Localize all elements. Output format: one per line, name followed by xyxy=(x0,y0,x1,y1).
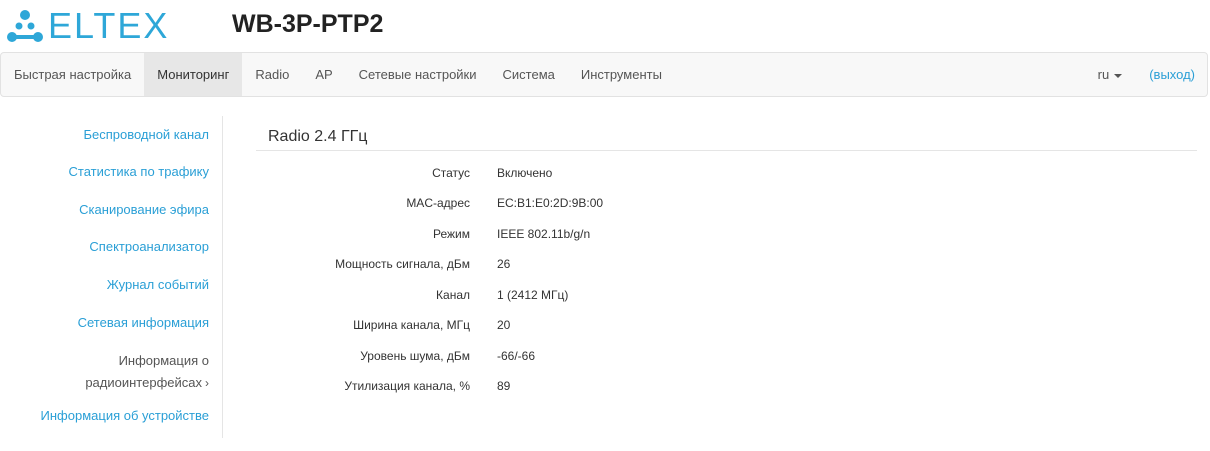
sidebar-item-wireless-channel[interactable]: Беспроводной канал xyxy=(83,124,209,146)
sidebar-item-traffic-stats[interactable]: Статистика по трафику xyxy=(69,161,209,183)
sidebar-item-label-line1: Информация о xyxy=(118,353,209,368)
row-value-mac: EC:B1:E0:2D:9B:00 xyxy=(497,196,604,210)
chevron-right-icon: › xyxy=(205,376,209,390)
caret-down-icon xyxy=(1114,73,1123,78)
nav-menu: Быстрая настройка Мониторинг Radio AP Се… xyxy=(1,53,675,96)
sidebar-item-event-log[interactable]: Журнал событий xyxy=(107,274,209,296)
nav-item-ap[interactable]: AP xyxy=(302,53,345,96)
row-label-channel-width: Ширина канала, МГц xyxy=(353,318,470,332)
row-value-mode: IEEE 802.11b/g/n xyxy=(497,227,591,241)
nav-item-system[interactable]: Система xyxy=(490,53,568,96)
logout-link[interactable]: (выход) xyxy=(1136,53,1207,96)
nav-item-tools[interactable]: Инструменты xyxy=(568,53,675,96)
sidebar: Беспроводной канал Статистика по трафику… xyxy=(0,116,223,438)
row-label-noise-level: Уровень шума, дБм xyxy=(360,349,470,363)
device-title: WB-3P-PTP2 xyxy=(232,10,384,38)
row-label-mac: MAC-адрес xyxy=(406,196,470,210)
row-value-channel-width: 20 xyxy=(497,318,511,332)
nav-item-quick-setup[interactable]: Быстрая настройка xyxy=(1,53,144,96)
row-label-tx-power: Мощность сигнала, дБм xyxy=(335,257,470,271)
nav-item-network-settings[interactable]: Сетевые настройки xyxy=(346,53,490,96)
row-value-channel-utilization: 89 xyxy=(497,379,511,393)
nav-item-radio[interactable]: Radio xyxy=(242,53,302,96)
sidebar-item-label-line2: радиоинтерфейсах xyxy=(85,375,202,390)
eltex-logo-icon xyxy=(7,10,43,42)
sidebar-item-air-scan[interactable]: Сканирование эфира xyxy=(79,199,209,221)
sidebar-item-radio-interfaces[interactable]: Информация о радиоинтерфейсах › xyxy=(85,350,209,394)
row-label-mode: Режим xyxy=(433,227,470,241)
nav-item-monitoring[interactable]: Мониторинг xyxy=(144,53,243,96)
section-title: Radio 2.4 ГГц xyxy=(268,128,368,145)
row-value-noise-level: -66/-66 xyxy=(497,349,536,363)
row-value-channel: 1 (2412 МГц) xyxy=(497,288,569,302)
logo-text: ELTEX xyxy=(48,5,170,46)
section-divider xyxy=(256,150,1197,151)
nav-right: ru (выход) xyxy=(1084,53,1207,96)
sidebar-item-spectrum-analyzer[interactable]: Спектроанализатор xyxy=(89,236,209,258)
sidebar-item-network-info[interactable]: Сетевая информация xyxy=(78,312,209,334)
row-label-channel: Канал xyxy=(436,288,470,302)
row-label-status: Статус xyxy=(432,166,470,180)
row-label-channel-utilization: Утилизация канала, % xyxy=(344,379,470,393)
row-value-status: Включено xyxy=(497,166,553,180)
top-navbar: Быстрая настройка Мониторинг Radio AP Се… xyxy=(0,52,1208,97)
header: ELTEX WB-3P-PTP2 xyxy=(0,0,1210,52)
language-dropdown[interactable]: ru xyxy=(1084,53,1137,96)
eltex-logo[interactable]: ELTEX xyxy=(6,8,169,44)
row-value-tx-power: 26 xyxy=(497,257,511,271)
language-label: ru xyxy=(1097,67,1110,82)
sidebar-item-device-info[interactable]: Информация об устройстве xyxy=(41,405,209,427)
